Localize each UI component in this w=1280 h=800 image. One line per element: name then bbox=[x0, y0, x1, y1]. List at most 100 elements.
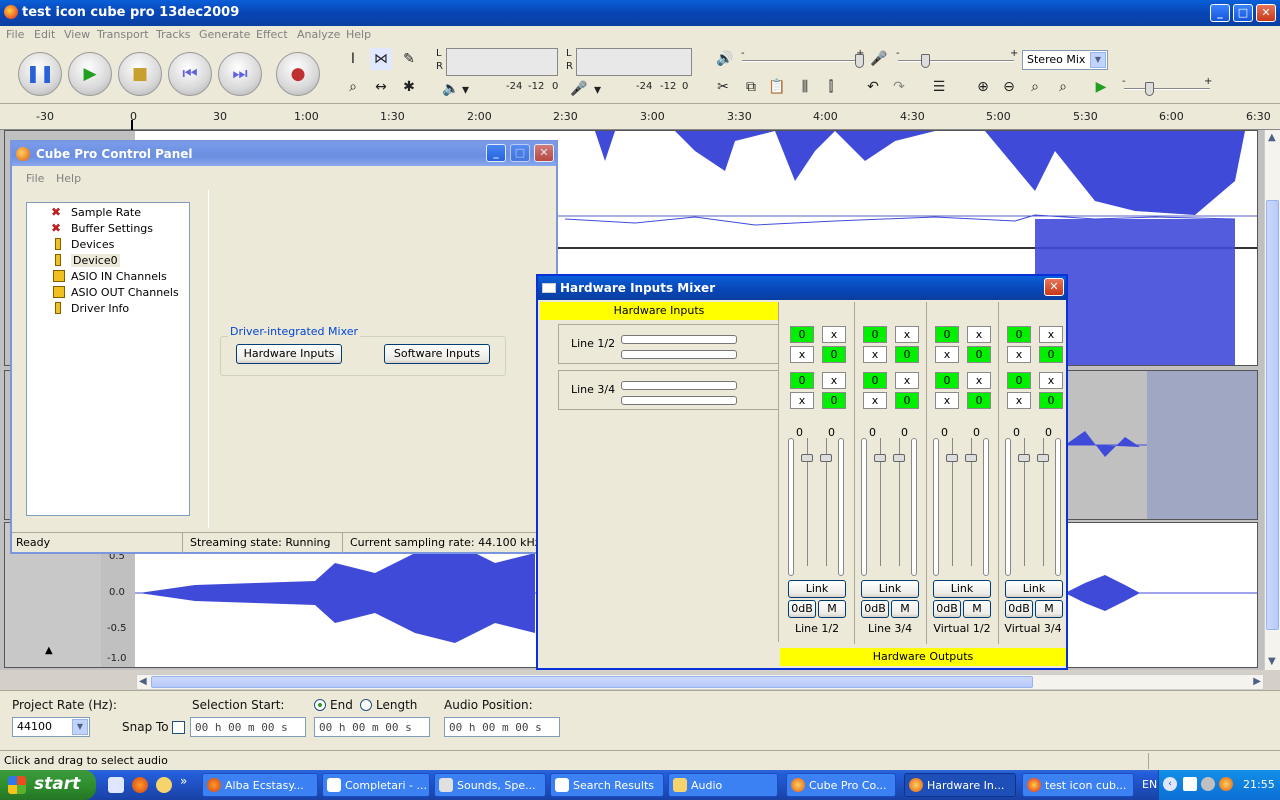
snap-to-checkbox[interactable] bbox=[172, 721, 185, 734]
collapse-track-icon[interactable]: ▲ bbox=[45, 645, 53, 656]
route-cell-off[interactable]: x bbox=[967, 372, 991, 389]
route-cell-on[interactable]: 0 bbox=[790, 372, 814, 389]
output-meter-dropdown-icon[interactable]: ▾ bbox=[462, 82, 469, 98]
vertical-scroll-thumb[interactable] bbox=[1266, 200, 1279, 630]
tree-item-sample-rate[interactable]: ✖ Sample Rate bbox=[51, 206, 141, 219]
route-cell-on[interactable]: 0 bbox=[1007, 372, 1031, 389]
menu-transport[interactable]: Transport bbox=[97, 28, 149, 41]
start-button[interactable]: start bbox=[0, 770, 96, 800]
silence-icon[interactable]: ⫿ bbox=[820, 76, 842, 98]
zero-db-button[interactable]: 0dB bbox=[1005, 600, 1033, 618]
route-cell-on[interactable]: 0 bbox=[863, 372, 887, 389]
envelope-tool-icon[interactable]: ⋈ bbox=[370, 48, 392, 70]
mute-button[interactable]: M bbox=[963, 600, 991, 618]
tray-collapse-icon[interactable]: ‹ bbox=[1163, 777, 1177, 791]
route-cell-on[interactable]: 0 bbox=[863, 326, 887, 343]
tree-item-devices[interactable]: Devices bbox=[55, 238, 114, 251]
horizontal-scrollbar[interactable]: ◀ ▶ bbox=[136, 674, 1264, 690]
input-source-select[interactable]: Stereo Mix ▼ bbox=[1022, 50, 1108, 70]
selection-start-field[interactable]: 00 h 00 m 00 s bbox=[190, 717, 306, 737]
sync-lock-icon[interactable]: ☰ bbox=[928, 76, 950, 98]
input-meter-dropdown-icon[interactable]: ▾ bbox=[594, 82, 601, 98]
tree-item-buffer-settings[interactable]: ✖ Buffer Settings bbox=[51, 222, 153, 235]
route-cell-off[interactable]: x bbox=[935, 392, 959, 409]
scroll-up-icon[interactable]: ▲ bbox=[1268, 132, 1276, 143]
zoom-out-icon[interactable]: ⊖ bbox=[998, 76, 1020, 98]
route-cell-on[interactable]: 0 bbox=[895, 346, 919, 363]
menu-view[interactable]: View bbox=[64, 28, 90, 41]
scroll-down-icon[interactable]: ▼ bbox=[1268, 656, 1276, 667]
multi-tool-icon[interactable]: ✱ bbox=[398, 76, 420, 98]
route-cell-off[interactable]: x bbox=[895, 372, 919, 389]
taskbar-item-audacity[interactable]: test icon cub... bbox=[1022, 773, 1134, 797]
play-at-speed-icon[interactable]: ▶ bbox=[1090, 76, 1112, 98]
audio-position-field[interactable]: 00 h 00 m 00 s bbox=[444, 717, 560, 737]
route-cell-on[interactable]: 0 bbox=[822, 346, 846, 363]
cut-icon[interactable]: ✂ bbox=[712, 76, 734, 98]
menu-file[interactable]: File bbox=[6, 28, 24, 41]
taskbar-item-completari[interactable]: Completari - ... bbox=[322, 773, 430, 797]
route-cell-off[interactable]: x bbox=[1007, 392, 1031, 409]
fit-selection-icon[interactable]: ⌕ bbox=[1024, 76, 1046, 98]
zoom-tool-icon[interactable]: ⌕ bbox=[342, 76, 364, 98]
mute-button[interactable]: M bbox=[891, 600, 919, 618]
scroll-right-icon[interactable]: ▶ bbox=[1253, 676, 1261, 687]
tree-item-asio-in[interactable]: ASIO IN Channels bbox=[53, 270, 167, 283]
playback-volume-slider[interactable] bbox=[742, 60, 860, 62]
quick-launch-more-icon[interactable]: » bbox=[180, 774, 187, 788]
length-radio[interactable] bbox=[360, 699, 372, 711]
playback-volume-thumb[interactable] bbox=[855, 54, 864, 68]
record-volume-thumb[interactable] bbox=[921, 54, 930, 68]
play-speed-slider[interactable] bbox=[1124, 88, 1210, 90]
pause-button[interactable]: ❚❚ bbox=[18, 52, 62, 96]
link-button[interactable]: Link bbox=[788, 580, 846, 598]
play-button[interactable]: ▶ bbox=[68, 52, 112, 96]
route-cell-on[interactable]: 0 bbox=[935, 372, 959, 389]
link-button[interactable]: Link bbox=[861, 580, 919, 598]
route-cell-off[interactable]: x bbox=[935, 346, 959, 363]
mute-button[interactable]: M bbox=[1035, 600, 1063, 618]
cube-panel-title-bar[interactable]: Cube Pro Control Panel _ □ ✕ bbox=[12, 142, 556, 166]
mixer-close-button[interactable]: ✕ bbox=[1044, 278, 1064, 296]
hardware-inputs-button[interactable]: Hardware Inputs bbox=[236, 344, 342, 364]
route-cell-on[interactable]: 0 bbox=[967, 346, 991, 363]
draw-tool-icon[interactable]: ✎ bbox=[398, 48, 420, 70]
firefox-icon[interactable] bbox=[132, 777, 148, 793]
route-cell-on[interactable]: 0 bbox=[1039, 392, 1063, 409]
redo-icon[interactable]: ↷ bbox=[888, 76, 910, 98]
menu-analyze[interactable]: Analyze bbox=[297, 28, 340, 41]
volume-tray-icon[interactable] bbox=[1201, 777, 1215, 791]
route-cell-off[interactable]: x bbox=[822, 372, 846, 389]
route-cell-off[interactable]: x bbox=[1007, 346, 1031, 363]
playhead-marker[interactable] bbox=[131, 120, 133, 130]
skip-end-button[interactable]: ⏭ bbox=[218, 52, 262, 96]
taskbar-item-search-results[interactable]: Search Results bbox=[550, 773, 664, 797]
cube-close-button[interactable]: ✕ bbox=[534, 144, 554, 162]
cube-menu-file[interactable]: File bbox=[26, 172, 44, 185]
cube-menu-help[interactable]: Help bbox=[56, 172, 81, 185]
menu-effect[interactable]: Effect bbox=[256, 28, 288, 41]
route-cell-off[interactable]: x bbox=[790, 392, 814, 409]
selection-tool-icon[interactable]: I bbox=[342, 48, 364, 70]
fader-thumb[interactable] bbox=[801, 454, 813, 462]
taskbar-item-sounds[interactable]: Sounds, Spe... bbox=[434, 773, 546, 797]
taskbar-item-hardware-inputs[interactable]: Hardware In... bbox=[904, 773, 1016, 797]
tray-app-icon[interactable] bbox=[1183, 777, 1197, 791]
record-volume-slider[interactable] bbox=[898, 60, 1014, 62]
route-cell-off[interactable]: x bbox=[822, 326, 846, 343]
route-cell-off[interactable]: x bbox=[967, 326, 991, 343]
zoom-in-icon[interactable]: ⊕ bbox=[972, 76, 994, 98]
mute-button[interactable]: M bbox=[818, 600, 846, 618]
tree-item-asio-out[interactable]: ASIO OUT Channels bbox=[53, 286, 179, 299]
tree-item-driver-info[interactable]: Driver Info bbox=[55, 302, 129, 315]
fader-thumb[interactable] bbox=[1018, 454, 1030, 462]
taskbar-item-cube-pro[interactable]: Cube Pro Co... bbox=[786, 773, 896, 797]
route-cell-on[interactable]: 0 bbox=[1007, 326, 1031, 343]
cube-tray-icon[interactable] bbox=[1219, 777, 1233, 791]
play-speed-thumb[interactable] bbox=[1145, 82, 1154, 96]
fader-thumb[interactable] bbox=[1037, 454, 1049, 462]
taskbar-item-alba[interactable]: Alba Ecstasy... bbox=[202, 773, 318, 797]
route-cell-on[interactable]: 0 bbox=[967, 392, 991, 409]
scroll-left-icon[interactable]: ◀ bbox=[139, 676, 147, 687]
maximize-button[interactable]: □ bbox=[1233, 4, 1253, 22]
